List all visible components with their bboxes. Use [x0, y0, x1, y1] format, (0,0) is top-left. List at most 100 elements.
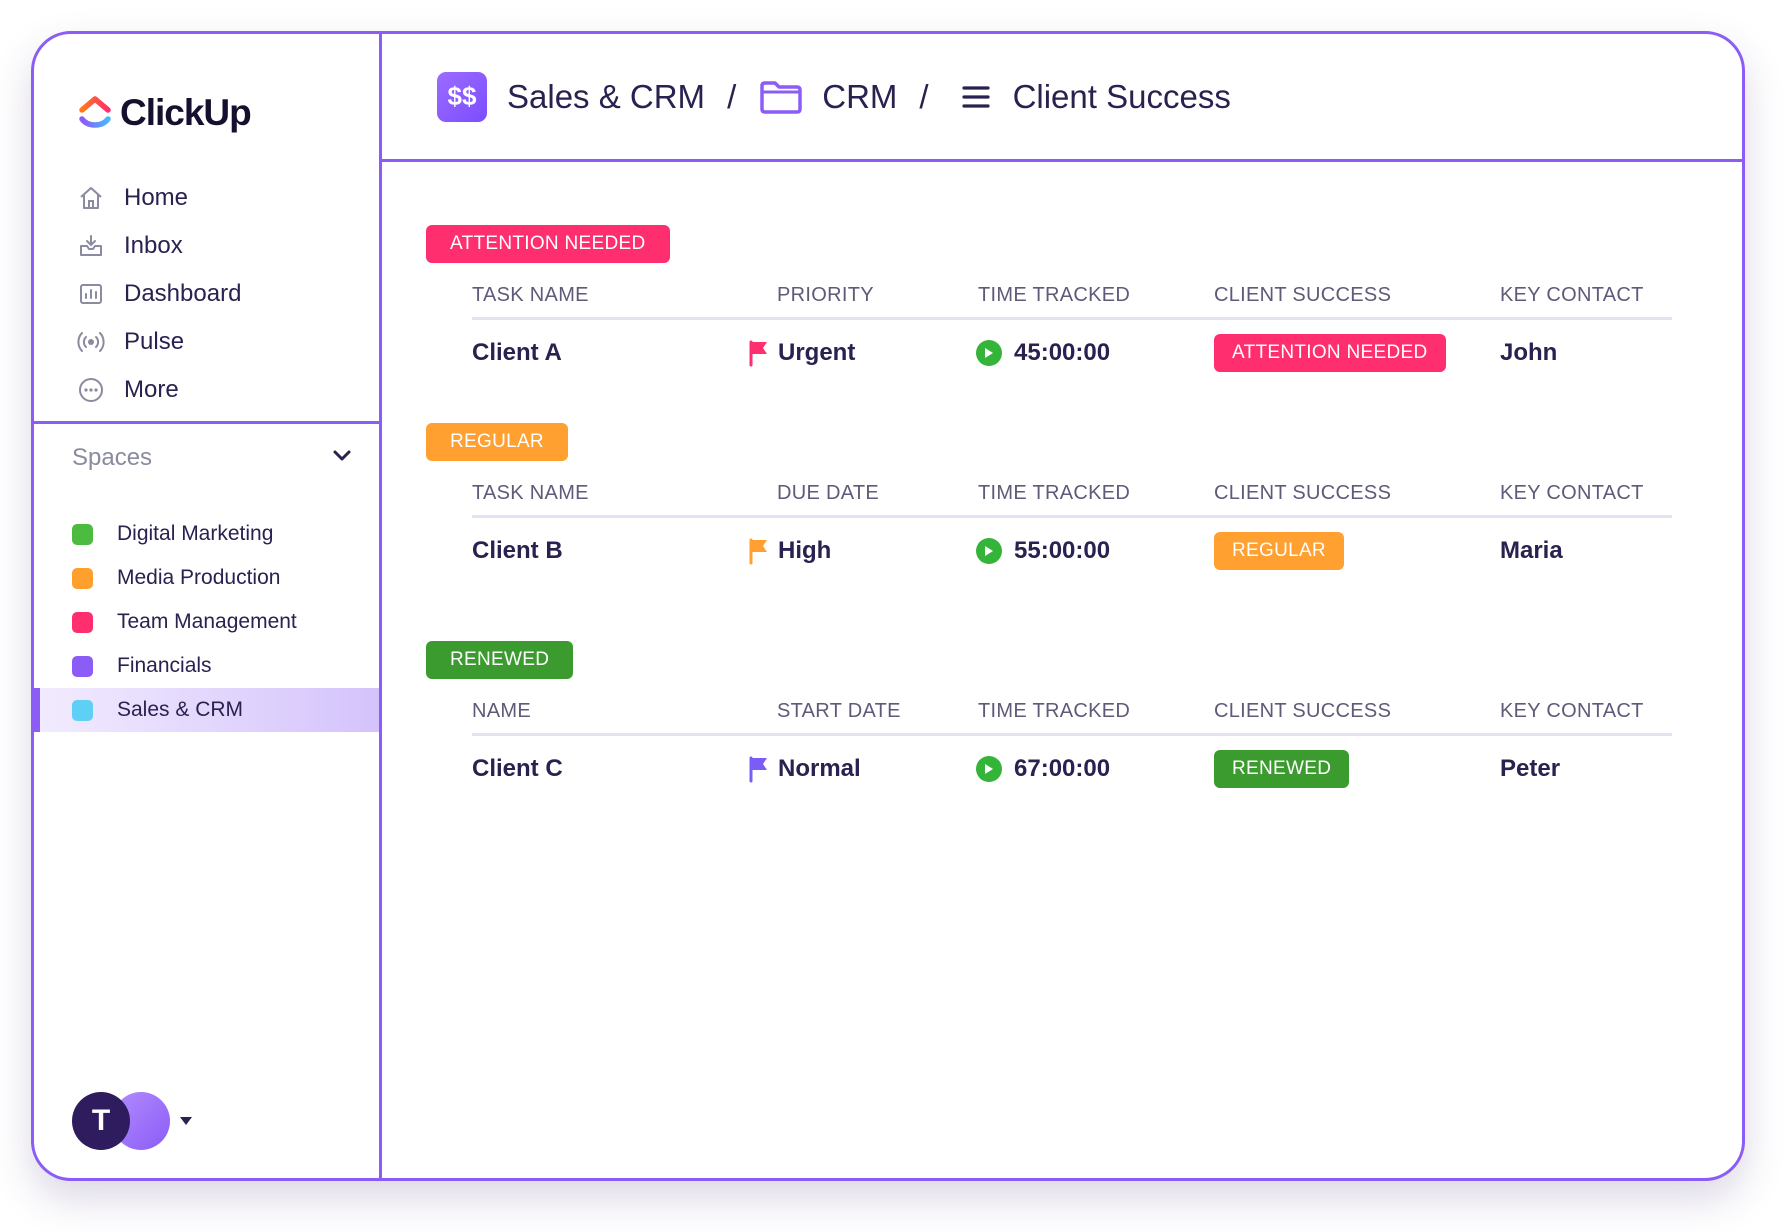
- nav-label: Pulse: [124, 328, 185, 355]
- table-row[interactable]: Client A Urgent 45:00:00 ATTENTION NEEDE…: [472, 323, 1672, 383]
- key-contact[interactable]: Peter: [1500, 755, 1560, 783]
- time-tracked-value: 45:00:00: [1014, 339, 1111, 366]
- time-tracked-cell[interactable]: 55:00:00: [976, 537, 1110, 565]
- nav-label: Inbox: [124, 232, 183, 259]
- sidebar-divider: [34, 421, 379, 424]
- status-badge[interactable]: RENEWED: [1214, 750, 1350, 788]
- column-header[interactable]: TASK NAME: [472, 284, 589, 307]
- column-header[interactable]: TIME TRACKED: [978, 482, 1130, 505]
- task-name[interactable]: Client B: [472, 537, 563, 565]
- group-tag[interactable]: ATTENTION NEEDED: [426, 225, 670, 263]
- priority-cell[interactable]: High: [748, 537, 831, 565]
- column-header[interactable]: DUE DATE: [777, 482, 879, 505]
- app-window: ClickUp Home Inbox Dashboard Pulse More …: [31, 31, 1745, 1181]
- key-contact[interactable]: John: [1500, 339, 1557, 367]
- flag-icon: [749, 538, 767, 565]
- column-header[interactable]: PRIORITY: [777, 284, 874, 307]
- spaces-label: Spaces: [72, 444, 153, 471]
- flag-icon: [749, 340, 767, 367]
- column-header[interactable]: TASK NAME: [472, 482, 589, 505]
- flag-icon: [749, 756, 767, 783]
- column-header[interactable]: TIME TRACKED: [978, 700, 1130, 723]
- spaces-header[interactable]: Spaces: [72, 444, 352, 472]
- column-header[interactable]: CLIENT SUCCESS: [1214, 700, 1391, 723]
- clickup-logo[interactable]: ClickUp: [78, 92, 252, 134]
- group-tag[interactable]: REGULAR: [426, 423, 568, 461]
- pulse-icon: [76, 327, 106, 357]
- user-menu[interactable]: T: [72, 1092, 192, 1150]
- breadcrumb-separator: /: [727, 77, 737, 115]
- dashboard-icon: [76, 279, 106, 309]
- group-renewed: RENEWED NAME START DATE TIME TRACKED CLI…: [426, 641, 1672, 788]
- more-icon: [76, 375, 106, 405]
- status-badge[interactable]: REGULAR: [1214, 532, 1344, 570]
- breadcrumb-folder[interactable]: CRM: [822, 78, 897, 116]
- nav-item-inbox[interactable]: Inbox: [76, 222, 241, 270]
- play-icon[interactable]: [976, 340, 1002, 366]
- priority-label: Urgent: [778, 339, 856, 366]
- chevron-down-icon[interactable]: [332, 449, 352, 468]
- column-header[interactable]: KEY CONTACT: [1500, 700, 1644, 723]
- table-row[interactable]: Client B High 55:00:00 REGULAR Maria: [472, 521, 1672, 581]
- table-row[interactable]: Client C Normal 67:00:00 RENEWED Peter: [472, 739, 1672, 799]
- space-color-swatch: [72, 655, 93, 677]
- folder-icon: [758, 78, 804, 116]
- spaces-list: Digital Marketing Media Production Team …: [34, 512, 379, 732]
- time-tracked-cell[interactable]: 67:00:00: [976, 755, 1110, 783]
- priority-cell[interactable]: Urgent: [748, 339, 855, 367]
- task-name[interactable]: Client A: [472, 339, 562, 367]
- priority-cell[interactable]: Normal: [748, 755, 861, 783]
- key-contact[interactable]: Maria: [1500, 537, 1563, 565]
- dollar-space-icon[interactable]: $$: [437, 71, 487, 122]
- column-header[interactable]: CLIENT SUCCESS: [1214, 482, 1391, 505]
- space-item-team-management[interactable]: Team Management: [34, 600, 379, 644]
- column-headers: TASK NAME PRIORITY TIME TRACKED CLIENT S…: [472, 280, 1672, 320]
- nav-label: Dashboard: [124, 280, 242, 307]
- task-name[interactable]: Client C: [472, 755, 563, 783]
- space-color-swatch: [72, 523, 93, 545]
- status-badge[interactable]: ATTENTION NEEDED: [1214, 334, 1446, 372]
- group-attention-needed: ATTENTION NEEDED TASK NAME PRIORITY TIME…: [426, 225, 1672, 372]
- space-label: Sales & CRM: [117, 698, 244, 721]
- play-icon[interactable]: [976, 756, 1002, 782]
- space-item-financials[interactable]: Financials: [34, 644, 379, 688]
- column-headers: NAME START DATE TIME TRACKED CLIENT SUCC…: [472, 696, 1672, 736]
- space-color-swatch: [72, 611, 93, 633]
- space-label: Digital Marketing: [117, 522, 274, 545]
- nav-item-pulse[interactable]: Pulse: [76, 318, 241, 366]
- column-headers: TASK NAME DUE DATE TIME TRACKED CLIENT S…: [472, 478, 1672, 518]
- inbox-icon: [76, 231, 106, 261]
- column-header[interactable]: CLIENT SUCCESS: [1214, 284, 1391, 307]
- nav-item-more[interactable]: More: [76, 366, 241, 414]
- nav-item-home[interactable]: Home: [76, 174, 241, 222]
- space-color-swatch: [72, 699, 93, 721]
- play-icon[interactable]: [976, 538, 1002, 564]
- home-icon: [76, 183, 106, 213]
- space-item-digital-marketing[interactable]: Digital Marketing: [34, 512, 379, 556]
- breadcrumb-list[interactable]: Client Success: [1013, 78, 1231, 116]
- avatar[interactable]: T: [72, 1092, 130, 1150]
- caret-down-icon[interactable]: [180, 1117, 192, 1125]
- breadcrumb-separator: /: [919, 77, 929, 115]
- column-header[interactable]: START DATE: [777, 700, 901, 723]
- column-header[interactable]: NAME: [472, 700, 531, 723]
- group-tag[interactable]: RENEWED: [426, 641, 574, 679]
- nav-label: Home: [124, 184, 189, 211]
- column-header[interactable]: TIME TRACKED: [978, 284, 1130, 307]
- breadcrumb: $$ Sales & CRM / CRM / Client Success: [382, 34, 1742, 162]
- space-item-media-production[interactable]: Media Production: [34, 556, 379, 600]
- priority-label: Normal: [778, 755, 861, 782]
- space-label: Financials: [117, 654, 212, 677]
- space-label: Team Management: [117, 610, 297, 633]
- time-tracked-value: 67:00:00: [1014, 755, 1111, 782]
- list-view: ATTENTION NEEDED TASK NAME PRIORITY TIME…: [382, 165, 1742, 1178]
- column-header[interactable]: KEY CONTACT: [1500, 284, 1644, 307]
- column-header[interactable]: KEY CONTACT: [1500, 482, 1644, 505]
- time-tracked-cell[interactable]: 45:00:00: [976, 339, 1110, 367]
- breadcrumb-space[interactable]: Sales & CRM: [507, 78, 705, 116]
- space-label: Media Production: [117, 566, 281, 589]
- time-tracked-value: 55:00:00: [1014, 537, 1111, 564]
- nav-item-dashboard[interactable]: Dashboard: [76, 270, 241, 318]
- clickup-logo-icon: [79, 96, 111, 128]
- space-item-sales-crm[interactable]: Sales & CRM: [34, 688, 379, 732]
